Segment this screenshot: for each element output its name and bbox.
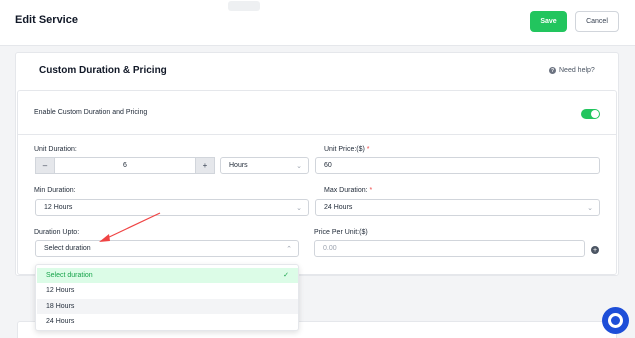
help-label: Need help? — [559, 67, 595, 74]
increment-button[interactable]: + — [195, 157, 215, 174]
annotation-arrow — [99, 212, 161, 242]
unit-duration-input[interactable]: 6 — [55, 157, 195, 174]
min-duration-label: Min Duration: — [34, 187, 76, 194]
unit-price-input[interactable]: 60 — [315, 157, 600, 174]
divider — [18, 134, 616, 135]
add-price-icon[interactable]: + — [591, 246, 599, 254]
dropdown-option[interactable]: 18 Hours — [37, 299, 298, 314]
support-chat-button[interactable] — [602, 307, 629, 334]
unit-price-label: Unit Price:($) * — [324, 146, 370, 153]
max-duration-value: 24 Hours — [324, 204, 353, 211]
max-duration-label-text: Max Duration: — [324, 187, 368, 194]
required-marker: * — [366, 146, 370, 153]
max-duration-label: Max Duration: * — [324, 187, 372, 194]
top-placeholder — [228, 1, 260, 11]
dropdown-option[interactable]: Select duration ✓ — [37, 268, 298, 283]
price-per-unit-input[interactable]: 0.00 — [314, 240, 585, 257]
price-per-unit-label: Price Per Unit:($) — [314, 229, 368, 236]
help-link[interactable]: ? Need help? — [549, 67, 595, 74]
duration-upto-placeholder: Select duration — [44, 245, 91, 252]
dropdown-option[interactable]: 24 Hours — [37, 314, 298, 329]
unit-duration-label: Unit Duration: — [34, 146, 77, 153]
chevron-down-icon: ⌄ — [296, 163, 302, 170]
max-duration-select[interactable]: 24 Hours ⌄ — [315, 199, 600, 216]
check-icon: ✓ — [283, 272, 289, 279]
lifebuoy-icon — [608, 313, 623, 328]
chevron-down-icon: ⌄ — [296, 205, 302, 212]
custom-duration-toggle[interactable] — [581, 109, 600, 119]
toggle-knob — [591, 110, 599, 118]
duration-dropdown-menu: Select duration ✓ 12 Hours 18 Hours 24 H… — [35, 264, 299, 331]
dropdown-option[interactable]: 12 Hours — [37, 283, 298, 298]
duration-unit-select[interactable]: Hours ⌄ — [220, 157, 309, 174]
price-per-unit-placeholder: 0.00 — [323, 245, 337, 252]
toggle-label: Enable Custom Duration and Pricing — [34, 109, 148, 116]
cancel-button[interactable]: Cancel — [575, 11, 619, 32]
unit-price-label-text: Unit Price:($) — [324, 146, 365, 153]
min-duration-value: 12 Hours — [44, 204, 73, 211]
duration-upto-label: Duration Upto: — [34, 229, 80, 236]
required-marker: * — [369, 187, 373, 194]
section-title: Custom Duration & Pricing — [39, 65, 167, 76]
decrement-button[interactable]: – — [35, 157, 55, 174]
top-bar: Edit Service Save Cancel — [0, 0, 635, 46]
chevron-up-icon: ⌃ — [286, 246, 292, 253]
duration-upto-select[interactable]: Select duration ⌃ — [35, 240, 299, 257]
min-duration-select[interactable]: 12 Hours ⌄ — [35, 199, 309, 216]
save-button[interactable]: Save — [530, 11, 567, 32]
chevron-down-icon: ⌄ — [587, 205, 593, 212]
duration-unit-value: Hours — [229, 162, 248, 169]
page-title: Edit Service — [15, 14, 78, 26]
unit-price-value: 60 — [324, 162, 332, 169]
question-icon: ? — [549, 67, 556, 74]
